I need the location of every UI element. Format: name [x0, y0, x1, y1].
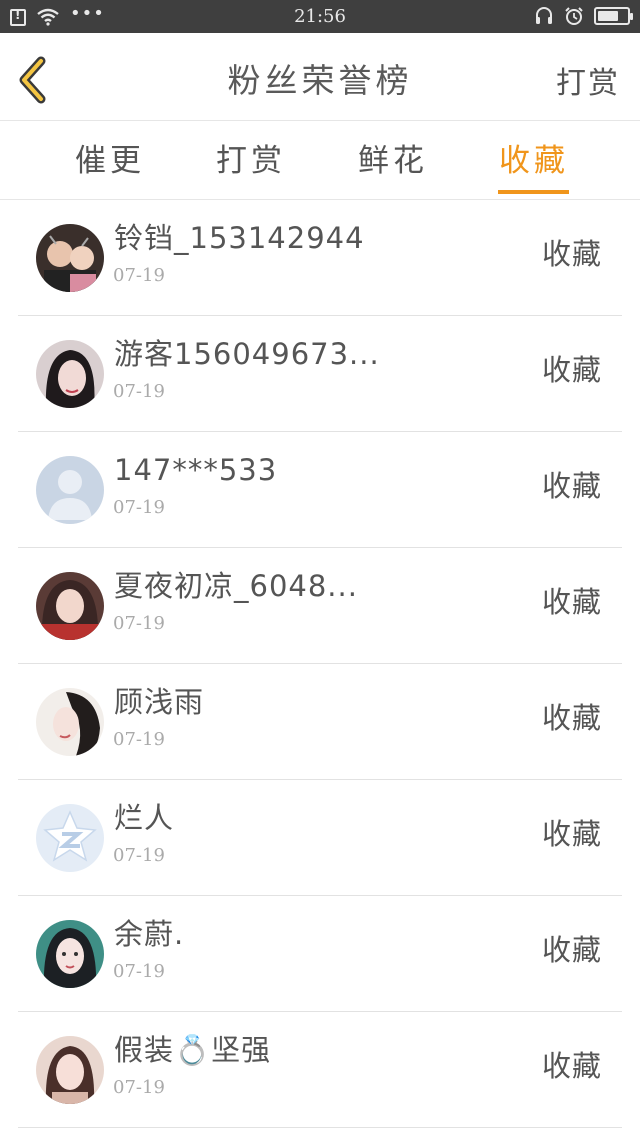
- fan-action: 收藏: [541, 1049, 602, 1083]
- avatar[interactable]: [36, 572, 104, 640]
- active-tab-indicator: [498, 190, 569, 194]
- status-bar: ••• 21:56: [0, 0, 640, 33]
- reward-button[interactable]: 打赏: [556, 64, 620, 104]
- list-item[interactable]: 烂人 07-19 收藏: [18, 780, 622, 896]
- fan-name: 余蔚.: [114, 917, 185, 951]
- avatar[interactable]: [36, 224, 104, 292]
- fan-name: 顾浅雨: [114, 685, 205, 719]
- fan-list: 铃铛_153142944 07-19 收藏 游客156049673... 07-…: [18, 200, 622, 1128]
- nav-header: 粉丝荣誉榜 打赏: [0, 33, 640, 121]
- fan-name: 假装💍坚强: [114, 1033, 272, 1067]
- fan-date: 07-19: [113, 613, 165, 634]
- list-item[interactable]: 铃铛_153142944 07-19 收藏: [18, 200, 622, 316]
- fan-action: 收藏: [541, 933, 602, 967]
- fan-date: 07-19: [113, 729, 165, 750]
- avatar[interactable]: [36, 804, 104, 872]
- tab-reward[interactable]: 打赏: [216, 141, 286, 181]
- tab-favorites[interactable]: 收藏: [499, 141, 569, 181]
- fan-name: 夏夜初凉_6048...: [114, 569, 358, 603]
- fan-date: 07-19: [113, 497, 165, 518]
- fan-date: 07-19: [113, 961, 165, 982]
- tab-flowers[interactable]: 鲜花: [358, 141, 428, 181]
- avatar[interactable]: [36, 920, 104, 988]
- list-item[interactable]: 147***533 07-19 收藏: [18, 432, 622, 548]
- battery-icon: [594, 7, 633, 25]
- tab-bar: 催更 打赏 鲜花 收藏: [0, 121, 640, 200]
- fan-date: 07-19: [113, 381, 165, 402]
- page-title: 粉丝荣誉榜: [227, 61, 413, 100]
- fan-name: 游客156049673...: [114, 337, 380, 371]
- fan-action: 收藏: [541, 585, 602, 619]
- tab-urge[interactable]: 催更: [75, 141, 145, 181]
- fan-action: 收藏: [541, 353, 602, 387]
- fan-name: 烂人: [114, 801, 175, 835]
- avatar[interactable]: [36, 340, 104, 408]
- list-item[interactable]: 假装💍坚强 07-19 收藏: [18, 1012, 622, 1128]
- list-item[interactable]: 余蔚. 07-19 收藏: [18, 896, 622, 1012]
- fan-date: 07-19: [113, 845, 165, 866]
- headset-icon: [536, 7, 552, 24]
- fan-date: 07-19: [113, 265, 165, 286]
- fan-action: 收藏: [541, 237, 602, 271]
- list-item[interactable]: 游客156049673... 07-19 收藏: [18, 316, 622, 432]
- fan-name: 铃铛_153142944: [114, 221, 365, 255]
- avatar[interactable]: [36, 456, 104, 524]
- fan-date: 07-19: [113, 1077, 165, 1098]
- list-item[interactable]: 顾浅雨 07-19 收藏: [18, 664, 622, 780]
- fan-action: 收藏: [541, 701, 602, 735]
- alarm-icon: [565, 7, 583, 25]
- list-item[interactable]: 夏夜初凉_6048... 07-19 收藏: [18, 548, 622, 664]
- avatar[interactable]: [36, 688, 104, 756]
- fan-action: 收藏: [541, 469, 602, 503]
- fan-name: 147***533: [114, 453, 278, 487]
- fan-action: 收藏: [541, 817, 602, 851]
- avatar[interactable]: [36, 1036, 104, 1104]
